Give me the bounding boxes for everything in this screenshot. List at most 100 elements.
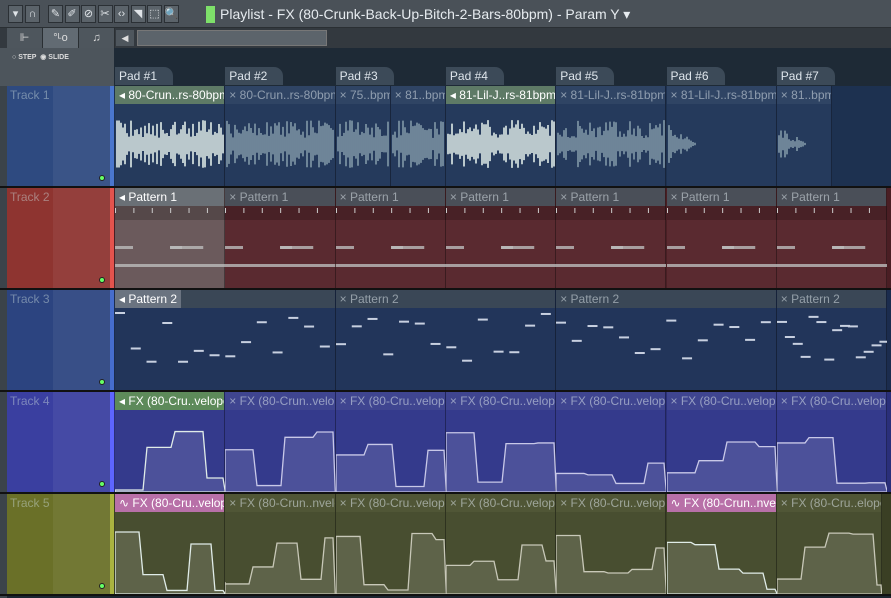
track-header[interactable]: Track 2 [7, 188, 110, 288]
playlist-clip[interactable]: × 75..bpm [335, 86, 391, 186]
track-4: Track 4 ◂ FX (80-Cru..velope × FX (80-Crun… [0, 392, 891, 494]
pad-marker[interactable]: Pad #3 [335, 67, 394, 85]
playlist-clip[interactable]: × Pattern 1 [556, 188, 667, 288]
brush-icon[interactable]: ✐ [64, 5, 80, 23]
playlist-clip[interactable]: × FX (80-Cru..velope [666, 392, 777, 492]
slice-icon[interactable]: ✂ [97, 5, 113, 23]
clip-icon: ◂ [449, 88, 460, 102]
track-lane[interactable]: ◂ FX (80-Cru..velope× FX (80-Crun..velop… [114, 392, 891, 492]
track-enable-icon[interactable] [99, 277, 105, 283]
pad-ruler[interactable]: Pad #1 Pad #2 Pad #3 Pad #4 Pad #5 Pad #6 Pad … [114, 48, 891, 86]
clip-icon: × [339, 496, 350, 510]
track-header[interactable]: Track 4 [7, 392, 110, 492]
clip-content [225, 206, 336, 267]
pad-marker[interactable]: Pad #5 [556, 67, 615, 85]
playlist-clip[interactable]: × 80-Crun..rs-80bpm [225, 86, 336, 186]
clip-label: FX (80-Cru..velope [570, 496, 666, 510]
pad-marker[interactable]: Pad #7 [776, 67, 835, 85]
playlist-clip[interactable]: ◂ Pattern 1 [115, 188, 226, 288]
clip-label: 75..bpm [349, 88, 390, 102]
window-title[interactable]: Playlist - FX (80-Crunk-Back-Up-Bitch-2-… [220, 6, 630, 23]
clip-label: Pattern 2 [349, 292, 399, 306]
playlist-clip[interactable]: × FX (80-Crun..velope [225, 392, 336, 492]
tab-notes[interactable]: ♫ [79, 28, 115, 48]
track-name: Track 3 [10, 292, 50, 306]
track-1: Track 1 ◂ 80-Crun..rs-80bpm × 80-Crun..rs-… [0, 86, 891, 188]
magnet-icon[interactable]: ∩ [25, 5, 40, 23]
track-enable-icon[interactable] [99, 481, 105, 487]
clip-icon: × [229, 190, 240, 204]
playlist-clip[interactable]: × Pattern 1 [335, 188, 446, 288]
track-lane[interactable]: ◂ 80-Crun..rs-80bpm × 80-Crun..rs-80bpm × … [114, 86, 891, 186]
playlist-clip[interactable]: × FX (80-Cru..velope [445, 392, 557, 492]
tab-automation[interactable]: °ᴸo [43, 28, 79, 48]
zoom-icon[interactable]: ⬚ [147, 5, 162, 23]
clip-icon: × [339, 190, 350, 204]
pad-marker[interactable]: Pad #1 [115, 67, 173, 85]
scroll-left-button[interactable]: ◀ [116, 30, 134, 46]
clip-content [115, 312, 330, 363]
clip-icon: × [229, 394, 240, 408]
mute-icon[interactable]: ⊘ [81, 5, 96, 23]
track-lane[interactable]: ◂ Pattern 2 × Pattern 2 × Pattern 2 × Patte… [114, 290, 891, 390]
playlist-clip[interactable]: × 81..bpm [390, 86, 446, 186]
playlist-clip[interactable]: × FX (80-Cru..velope [335, 494, 446, 594]
clip-label: FX (80-Crun..nvelope [239, 496, 335, 510]
clip-content [226, 120, 335, 168]
playlist-clip[interactable]: ∿ FX (80-Crun..nvelope [666, 494, 777, 594]
clip-label: FX (80-Cru..velope [132, 496, 225, 510]
playlist-clip[interactable]: × Pattern 2 [776, 290, 888, 390]
playlist-clip[interactable]: × 81..bpm [776, 86, 832, 186]
clip-label: Pattern 1 [791, 190, 840, 204]
playlist-clip[interactable]: × FX (80-Cru..velope [556, 392, 667, 492]
pencil-icon[interactable]: ✎ [48, 5, 63, 23]
clip-content [445, 206, 557, 267]
playlist-clip[interactable]: ◂ FX (80-Cru..velope [115, 392, 226, 492]
horizontal-scrollbar[interactable] [137, 30, 327, 46]
step-radio[interactable]: ○ STEP [12, 54, 36, 61]
track-enable-icon[interactable] [99, 583, 105, 589]
playlist-clip[interactable]: × Pattern 2 [335, 290, 557, 390]
clip-label: 81..bpm [405, 88, 445, 102]
select-icon[interactable]: ◥ [130, 5, 146, 23]
track-lane[interactable]: ∿ FX (80-Cru..velope× FX (80-Crun..nvelo… [114, 494, 891, 594]
track-header[interactable]: Track 5 [7, 494, 110, 594]
playlist-clip[interactable]: × Pattern 1 [445, 188, 557, 288]
slip-icon[interactable]: ‹› [114, 5, 129, 23]
playlist-clip[interactable]: × Pattern 1 [225, 188, 336, 288]
pad-marker[interactable]: Pad #6 [666, 67, 725, 85]
playlist-clip[interactable]: × FX (80-Cru..velope [556, 494, 667, 594]
track-enable-icon[interactable] [99, 175, 105, 181]
playlist-clip[interactable]: × FX (80-Cru..elope [776, 494, 882, 594]
playlist-clip[interactable]: × 81-Lil-J..rs-81bpm [666, 86, 777, 186]
pad-marker[interactable]: Pad #4 [445, 67, 504, 85]
playback-icon[interactable]: 🔍 [163, 5, 179, 23]
playlist-clip[interactable]: × Pattern 1 [666, 188, 777, 288]
playlist-clip[interactable]: × FX (80-Cru..velope [335, 392, 446, 492]
playlist-clip[interactable]: ◂ 80-Crun..rs-80bpm [115, 86, 226, 186]
clip-label: Pattern 2 [791, 292, 840, 306]
track-lane[interactable]: ◂ Pattern 1 × Pattern 1 × Pattern 1 × Patte… [114, 188, 891, 288]
playlist-clip[interactable]: × FX (80-Cru..velope [445, 494, 557, 594]
playlist-clip[interactable]: ◂ 81-Lil-J..rs-81bpm [445, 86, 557, 186]
playlist-clip[interactable]: ◂ Pattern 2 [115, 290, 336, 390]
playlist-clip[interactable]: × Pattern 1 [776, 188, 888, 288]
clip-label: Pattern 2 [570, 292, 620, 306]
pad-marker[interactable]: Pad #2 [225, 67, 284, 85]
playlist-clip[interactable]: ∿ FX (80-Cru..velope [115, 494, 226, 594]
playlist-clip[interactable]: × FX (80-Cru..velope [776, 392, 888, 492]
menu-icon[interactable]: ▾ [8, 5, 23, 23]
clip-icon: × [780, 190, 792, 204]
slide-radio[interactable]: ◉ SLIDE [40, 54, 69, 61]
track-header[interactable]: Track 3 [7, 290, 110, 390]
track-enable-icon[interactable] [99, 379, 105, 385]
track-header[interactable]: Track 1 [7, 86, 110, 186]
tab-playlist[interactable]: ⊩ [7, 28, 43, 48]
track-name: Track 4 [10, 394, 50, 408]
track-name: Track 1 [10, 88, 50, 102]
play-indicator-icon[interactable] [206, 6, 215, 23]
playlist-clip[interactable]: × Pattern 2 [556, 290, 777, 390]
clip-content [776, 315, 888, 361]
playlist-clip[interactable]: × FX (80-Crun..nvelope [225, 494, 336, 594]
playlist-clip[interactable]: × 81-Lil-J..rs-81bpm [556, 86, 667, 186]
